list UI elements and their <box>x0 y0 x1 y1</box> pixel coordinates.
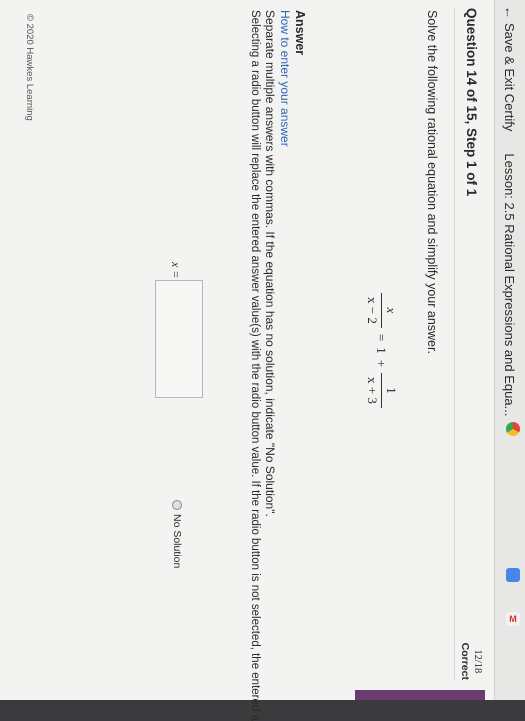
answer-input[interactable] <box>155 280 203 398</box>
radio-circle-icon[interactable] <box>172 500 182 510</box>
question-title: Question 14 of 15, Step 1 of 1 <box>464 8 479 197</box>
one-term: 1 <box>374 347 390 354</box>
progress-bar <box>355 690 485 700</box>
rational-equation: x x − 2 = 1 + 1 x + 3 <box>364 290 399 411</box>
score-label: Correct <box>459 642 471 680</box>
x-equals-label: x = <box>169 262 183 279</box>
how-to-enter-link[interactable]: How to enter your answer <box>278 10 292 147</box>
top-bar: ← Save & Exit Certify Lesson: 2.5 Ration… <box>494 0 525 700</box>
copyright-footer: © 2020 Hawkes Learning <box>24 14 35 121</box>
separate-answers-text: Separate multiple answers with commas. I… <box>263 10 277 517</box>
score-indicator: 12/18 Correct <box>459 643 483 680</box>
question-header: Question 14 of 15, Step 1 of 1 12/18 Cor… <box>454 8 487 680</box>
back-arrow-icon[interactable]: ← <box>503 6 518 19</box>
rhs-numerator: 1 <box>384 387 399 394</box>
rhs-fraction: 1 x + 3 <box>364 373 399 408</box>
save-exit-button[interactable]: Save & Exit Certify <box>503 23 518 131</box>
lesson-title: Lesson: 2.5 Rational Expressions and Equ… <box>502 153 518 417</box>
radio-instruction-text: Selecting a radio button will replace th… <box>249 10 261 721</box>
score-value: 12/18 <box>472 649 483 674</box>
lhs-numerator: x <box>384 307 399 314</box>
equals-sign: = <box>374 333 390 342</box>
no-solution-radio[interactable]: No Solution <box>171 500 183 568</box>
app-screen: ← Save & Exit Certify Lesson: 2.5 Ration… <box>0 0 525 721</box>
rhs-denominator: x + 3 <box>364 373 382 408</box>
plus-sign: + <box>374 359 390 368</box>
lhs-denominator: x − 2 <box>364 293 382 328</box>
answer-heading: Answer <box>293 10 307 56</box>
no-solution-label: No Solution <box>171 514 183 569</box>
question-instruction: Solve the following rational equation an… <box>425 10 439 354</box>
lhs-fraction: x x − 2 <box>364 293 399 328</box>
